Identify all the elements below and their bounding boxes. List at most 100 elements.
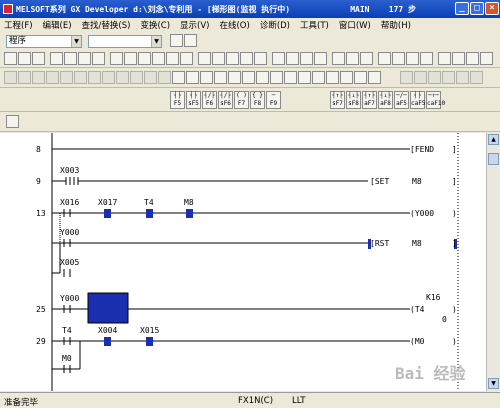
comment-icon[interactable] bbox=[272, 52, 285, 65]
stop-icon[interactable] bbox=[378, 52, 391, 65]
step-icon[interactable] bbox=[332, 52, 345, 65]
menu-window[interactable]: 窗口(W) bbox=[339, 19, 371, 31]
print-icon[interactable] bbox=[50, 52, 63, 65]
paste-icon[interactable] bbox=[92, 52, 105, 65]
list-icon[interactable] bbox=[254, 52, 267, 65]
reset-icon[interactable] bbox=[392, 52, 405, 65]
parallel-b-contact-button[interactable]: ┤/├ sF6 bbox=[218, 91, 233, 109]
tag-icon[interactable] bbox=[314, 52, 327, 65]
maximize-button[interactable]: □ bbox=[470, 2, 484, 15]
contact-button[interactable]: ┤├ F5 bbox=[170, 91, 185, 109]
tool-icon[interactable] bbox=[298, 71, 311, 84]
monitor-icon[interactable] bbox=[166, 52, 179, 65]
tool-icon[interactable] bbox=[74, 71, 87, 84]
scroll-down-icon[interactable]: ▼ bbox=[488, 378, 499, 389]
diag-icon[interactable] bbox=[406, 52, 419, 65]
tool-icon[interactable] bbox=[442, 71, 455, 84]
tile-icon[interactable] bbox=[466, 52, 479, 65]
menu-online[interactable]: 在线(O) bbox=[219, 19, 249, 31]
falling-edge-button[interactable]: ┤↓├ aF8 bbox=[378, 91, 393, 109]
scroll-up-icon[interactable]: ▲ bbox=[488, 134, 499, 145]
b-contact-button[interactable]: ┤/├ F6 bbox=[202, 91, 217, 109]
undo-icon[interactable] bbox=[110, 52, 123, 65]
pulse-operation-button[interactable]: ─↑─ caF10 bbox=[426, 91, 445, 109]
tool-icon[interactable] bbox=[242, 71, 255, 84]
ladder-diagram-area[interactable]: 8 9 13 25 29 X003 X016 X017 T4 M8 Y000 X… bbox=[0, 133, 486, 391]
tool-icon[interactable] bbox=[200, 71, 213, 84]
rising-edge-button[interactable]: ┤↑├ aF7 bbox=[362, 91, 377, 109]
tool-icon[interactable] bbox=[312, 71, 325, 84]
tool-icon[interactable] bbox=[428, 71, 441, 84]
note-icon[interactable] bbox=[286, 52, 299, 65]
tool-icon[interactable] bbox=[214, 71, 227, 84]
write-icon[interactable] bbox=[180, 52, 193, 65]
tool-icon[interactable] bbox=[228, 71, 241, 84]
tool-icon[interactable] bbox=[116, 71, 129, 84]
watch-icon[interactable] bbox=[346, 52, 359, 65]
alias-icon[interactable] bbox=[300, 52, 313, 65]
tool-icon[interactable] bbox=[102, 71, 115, 84]
copy-icon[interactable] bbox=[78, 52, 91, 65]
tool-icon[interactable] bbox=[60, 71, 73, 84]
menu-help[interactable]: 帮助(H) bbox=[381, 19, 411, 31]
tool-icon[interactable] bbox=[456, 71, 469, 84]
cut-icon[interactable] bbox=[64, 52, 77, 65]
menu-edit[interactable]: 编辑(E) bbox=[43, 19, 72, 31]
tool-icon[interactable] bbox=[158, 71, 171, 84]
menu-tools[interactable]: 工具(T) bbox=[300, 19, 329, 31]
device-select[interactable]: ▼ bbox=[88, 35, 162, 48]
menu-view[interactable]: 显示(V) bbox=[180, 19, 209, 31]
tool-icon[interactable] bbox=[284, 71, 297, 84]
scroll-thumb[interactable] bbox=[488, 153, 499, 165]
parallel-contact-button[interactable]: ┤├ sF5 bbox=[186, 91, 201, 109]
tool-icon[interactable] bbox=[400, 71, 413, 84]
tool-icon[interactable] bbox=[340, 71, 353, 84]
pulse-b-contact-button[interactable]: ┤↓├ sF8 bbox=[346, 91, 361, 109]
tool-icon[interactable] bbox=[88, 71, 101, 84]
tool-icon[interactable] bbox=[270, 71, 283, 84]
tool-icon[interactable] bbox=[354, 71, 367, 84]
tool-icon[interactable] bbox=[172, 71, 185, 84]
run-icon[interactable] bbox=[360, 52, 373, 65]
tool-icon[interactable] bbox=[4, 71, 17, 84]
filter-icon[interactable] bbox=[6, 115, 19, 128]
close-button[interactable]: × bbox=[485, 2, 499, 15]
menu-convert[interactable]: 变换(C) bbox=[140, 19, 170, 31]
tool-icon[interactable] bbox=[130, 71, 143, 84]
tool-icon[interactable] bbox=[368, 71, 381, 84]
read-icon[interactable] bbox=[198, 52, 211, 65]
horizontal-line-button[interactable]: ─ F9 bbox=[266, 91, 281, 109]
help-icon[interactable] bbox=[420, 52, 433, 65]
tool-icon[interactable] bbox=[470, 71, 483, 84]
menu-diagnostics[interactable]: 诊断(D) bbox=[260, 19, 290, 31]
new-icon[interactable] bbox=[4, 52, 17, 65]
properties-icon[interactable] bbox=[170, 34, 183, 47]
project-tree-select[interactable]: 程序 ▼ bbox=[6, 35, 82, 48]
tool-icon[interactable] bbox=[32, 71, 45, 84]
find-icon[interactable] bbox=[138, 52, 151, 65]
application-instruction-button[interactable]: { } F8 bbox=[250, 91, 265, 109]
window-icon[interactable] bbox=[452, 52, 465, 65]
open-icon[interactable] bbox=[18, 52, 31, 65]
operation-result-button[interactable]: ┤├ caF5 bbox=[410, 91, 425, 109]
vertical-scrollbar[interactable]: ▲ ▼ bbox=[486, 133, 500, 391]
menu-project[interactable]: 工程(F) bbox=[4, 19, 33, 31]
tool-icon[interactable] bbox=[256, 71, 269, 84]
cascade-icon[interactable] bbox=[480, 52, 493, 65]
tool-icon[interactable] bbox=[186, 71, 199, 84]
save-icon[interactable] bbox=[32, 52, 45, 65]
pulse-contact-button[interactable]: ┤↑├ sF7 bbox=[330, 91, 345, 109]
coil-button[interactable]: ( ) F7 bbox=[234, 91, 249, 109]
zoom-icon[interactable] bbox=[152, 52, 165, 65]
verify-icon[interactable] bbox=[212, 52, 225, 65]
tool-icon[interactable] bbox=[144, 71, 157, 84]
tool-icon[interactable] bbox=[18, 71, 31, 84]
ladder-icon[interactable] bbox=[240, 52, 253, 65]
menu-find-replace[interactable]: 查找/替换(S) bbox=[82, 19, 131, 31]
minimize-button[interactable]: _ bbox=[455, 2, 469, 15]
info-icon[interactable] bbox=[438, 52, 451, 65]
tool-icon[interactable] bbox=[326, 71, 339, 84]
redo-icon[interactable] bbox=[124, 52, 137, 65]
tool-icon[interactable] bbox=[46, 71, 59, 84]
device-icon[interactable] bbox=[226, 52, 239, 65]
